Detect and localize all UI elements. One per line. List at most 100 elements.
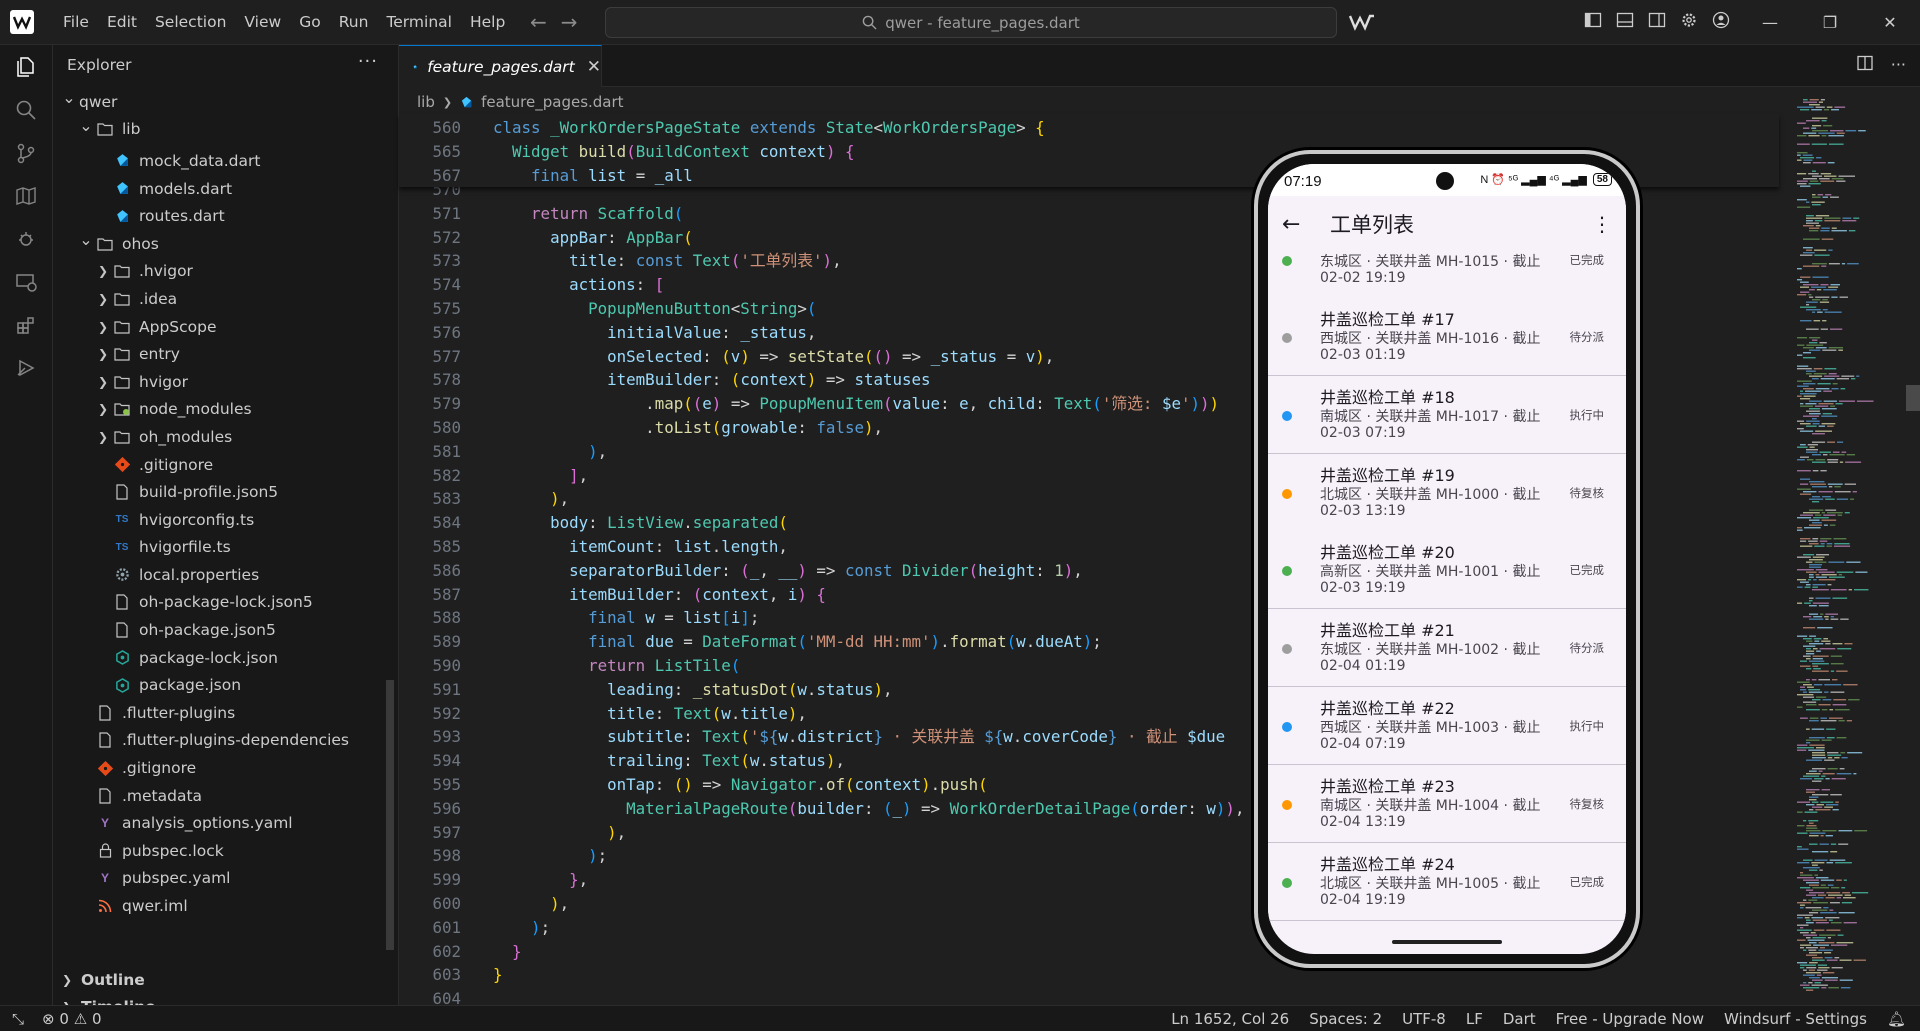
list-item[interactable]: 东城区 · 关联井盖 MH-1015 · 截止 02-02 19:19 已完成: [1268, 252, 1626, 299]
cursor-position[interactable]: Ln 1652, Col 26: [1171, 1010, 1289, 1028]
problems-indicator[interactable]: ⊗ 0 ⚠ 0: [42, 1010, 101, 1028]
tree-item-pubspec-yaml[interactable]: Ypubspec.yaml: [53, 865, 398, 893]
explorer-files-icon[interactable]: [12, 53, 40, 81]
remote-indicator-icon[interactable]: ⤡: [12, 1010, 24, 1028]
back-arrow-icon[interactable]: ←: [530, 10, 547, 34]
menu-run[interactable]: Run: [330, 0, 378, 44]
code-line[interactable]: 604: [399, 987, 1779, 1004]
source-control-icon[interactable]: [12, 139, 40, 167]
end-of-line[interactable]: LF: [1466, 1010, 1483, 1028]
breadcrumb-file[interactable]: feature_pages.dart: [481, 93, 623, 111]
settings-gear-icon[interactable]: [1680, 11, 1700, 31]
list-item[interactable]: 井盖巡检工单 #22 西城区 · 关联井盖 MH-1003 · 截止 02-04 0…: [1268, 687, 1626, 765]
list-item[interactable]: 井盖巡检工单 #18 南城区 · 关联井盖 MH-1017 · 截止 02-03 0…: [1268, 375, 1626, 454]
upgrade-link[interactable]: Free - Upgrade Now: [1556, 1010, 1704, 1028]
toggle-secondary-sidebar-icon[interactable]: [1648, 11, 1668, 31]
remote-explorer-icon[interactable]: [12, 268, 40, 296]
minimap-stroke: [1806, 222, 1819, 224]
toggle-primary-sidebar-icon[interactable]: [1584, 11, 1604, 31]
tree-item-oh-modules[interactable]: ❯ oh_modules: [53, 423, 398, 451]
outline-section[interactable]: ❯ Outline: [53, 966, 398, 993]
list-item[interactable]: 井盖巡检工单 #20 高新区 · 关联井盖 MH-1001 · 截止 02-03 1…: [1268, 531, 1626, 610]
tree-item-models-dart[interactable]: models.dart: [53, 175, 398, 203]
tree-item-build-profile-json5[interactable]: build-profile.json5: [53, 478, 398, 506]
breadcrumb-folder[interactable]: lib: [417, 93, 435, 111]
minimap[interactable]: [1789, 97, 1909, 997]
menu-go[interactable]: Go: [290, 0, 330, 44]
indentation[interactable]: Spaces: 2: [1309, 1010, 1382, 1028]
minimap-stroke: [1809, 770, 1817, 772]
tree-item-routes-dart[interactable]: routes.dart: [53, 202, 398, 230]
toggle-panel-icon[interactable]: [1616, 11, 1636, 31]
tree-item-oh-package-json5[interactable]: oh-package.json5: [53, 616, 398, 644]
split-editor-icon[interactable]: [1857, 55, 1873, 75]
tree-item-oh-package-lock-json5[interactable]: oh-package-lock.json5: [53, 589, 398, 617]
tree-item-package-lock-json[interactable]: package-lock.json: [53, 644, 398, 672]
tree-item-hvigorconfig-ts[interactable]: TS hvigorconfig.ts: [53, 506, 398, 534]
close-tab-icon[interactable]: ✕: [587, 57, 601, 77]
tree-item-qwer-iml[interactable]: qwer.iml: [53, 892, 398, 920]
search-icon[interactable]: [12, 96, 40, 124]
notifications-bell-icon[interactable]: 🔔︎: [1887, 1010, 1906, 1028]
forward-arrow-icon[interactable]: →: [561, 10, 578, 34]
menu-file[interactable]: File: [54, 0, 98, 44]
tree-item-idea[interactable]: ❯ .idea: [53, 285, 398, 313]
account-icon[interactable]: [1712, 11, 1732, 31]
code-line[interactable]: 560 class _WorkOrdersPageState extends St…: [399, 116, 1779, 140]
tree-item-hvigor[interactable]: ❯ .hvigor: [53, 258, 398, 286]
encoding[interactable]: UTF-8: [1402, 1010, 1446, 1028]
maximize-icon[interactable]: ❐: [1800, 0, 1860, 44]
tree-item-hvigorfile-ts[interactable]: TS hvigorfile.ts: [53, 534, 398, 562]
windsurf-settings[interactable]: Windsurf - Settings: [1724, 1010, 1867, 1028]
minimap-stroke: [1803, 178, 1818, 180]
command-center[interactable]: qwer - feature_pages.dart: [605, 7, 1337, 38]
back-arrow-icon[interactable]: ←: [1282, 212, 1310, 237]
extensions-icon[interactable]: [12, 311, 40, 339]
minimap-stroke: [1819, 947, 1826, 949]
tree-item-local-properties[interactable]: local.properties: [53, 561, 398, 589]
menu-view[interactable]: View: [235, 0, 290, 44]
sidebar-scrollbar[interactable]: [386, 680, 394, 950]
tree-item-flutter-plugins-dependencies[interactable]: .flutter-plugins-dependencies: [53, 727, 398, 755]
language-mode[interactable]: Dart: [1503, 1010, 1536, 1028]
tree-item-gitignore[interactable]: .gitignore: [53, 451, 398, 479]
menu-edit[interactable]: Edit: [98, 0, 146, 44]
close-window-icon[interactable]: ✕: [1860, 0, 1920, 44]
list-item[interactable]: 井盖巡检工单 #19 北城区 · 关联井盖 MH-1000 · 截止 02-03 1…: [1268, 453, 1626, 532]
tree-item-lib[interactable]: ⌄ lib: [53, 116, 398, 144]
list-item[interactable]: 井盖巡检工单 #24 北城区 · 关联井盖 MH-1005 · 截止 02-04 1…: [1268, 842, 1626, 921]
tab-feature-pages[interactable]: feature_pages.dart ✕: [399, 45, 602, 87]
more-actions-icon[interactable]: ···: [1891, 55, 1906, 75]
tree-item-metadata[interactable]: .metadata: [53, 782, 398, 810]
menu-terminal[interactable]: Terminal: [377, 0, 461, 44]
tree-item-qwer[interactable]: ⌄ qwer: [53, 88, 398, 116]
run-debug-icon[interactable]: [12, 225, 40, 253]
tree-item-ohos[interactable]: ⌄ ohos: [53, 230, 398, 258]
menu-selection[interactable]: Selection: [146, 0, 235, 44]
windsurf-wave-icon[interactable]: [1348, 12, 1376, 32]
testing-icon[interactable]: [12, 354, 40, 382]
more-actions-icon[interactable]: ···: [358, 51, 378, 72]
tree-item-pubspec-lock[interactable]: pubspec.lock: [53, 837, 398, 865]
tree-item-gitignore[interactable]: .gitignore: [53, 754, 398, 782]
minimap-stroke: [1812, 663, 1829, 665]
tree-item-node-modules[interactable]: ❯ node_modules: [53, 396, 398, 424]
tree-item-package-json[interactable]: package.json: [53, 671, 398, 699]
home-indicator[interactable]: [1392, 940, 1502, 944]
list-item[interactable]: 井盖巡检工单 #17 西城区 · 关联井盖 MH-1016 · 截止 02-03 0…: [1268, 298, 1626, 376]
tree-item-entry[interactable]: ❯ entry: [53, 340, 398, 368]
menu-help[interactable]: Help: [461, 0, 514, 44]
editor-scrollbar[interactable]: [1906, 385, 1920, 411]
filter-menu-icon[interactable]: ⋮: [1592, 212, 1612, 236]
tree-item-flutter-plugins[interactable]: .flutter-plugins: [53, 699, 398, 727]
tree-item-hvigor[interactable]: ❯ hvigor: [53, 368, 398, 396]
map-icon[interactable]: [12, 182, 40, 210]
minimap-stroke: [1800, 483, 1809, 485]
list-item[interactable]: 井盖巡检工单 #21 东城区 · 关联井盖 MH-1002 · 截止 02-04 0…: [1268, 609, 1626, 688]
tree-item-analysis-options-yaml[interactable]: Yanalysis_options.yaml: [53, 809, 398, 837]
tree-item-appscope[interactable]: ❯ AppScope: [53, 313, 398, 341]
minimap-stroke: [1834, 757, 1840, 759]
minimize-icon[interactable]: —: [1740, 0, 1800, 44]
list-item[interactable]: 井盖巡检工单 #23 南城区 · 关联井盖 MH-1004 · 截止 02-04 1…: [1268, 764, 1626, 843]
tree-item-mock-data-dart[interactable]: mock_data.dart: [53, 147, 398, 175]
